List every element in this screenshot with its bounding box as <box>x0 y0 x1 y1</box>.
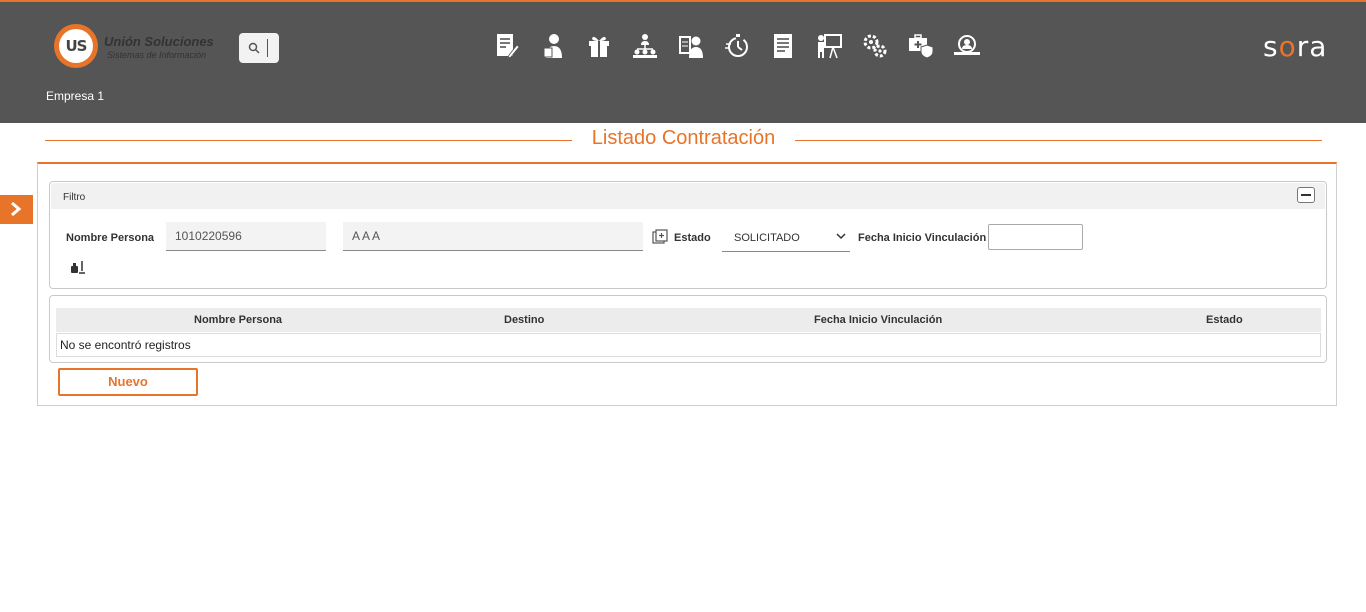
gift-icon[interactable] <box>585 32 613 60</box>
employee-id-icon[interactable] <box>677 32 705 60</box>
sidebar-toggle-button[interactable] <box>0 195 33 224</box>
org-chart-icon[interactable] <box>631 32 659 60</box>
page-title: Listado Contratación <box>581 127 786 149</box>
fecha-inicio-label: Fecha Inicio Vinculación <box>858 232 987 244</box>
collapse-filter-button[interactable] <box>1297 187 1315 203</box>
top-navigation-bar: US Unión Soluciones Sistemas de Informac… <box>0 0 1366 123</box>
table-row: No se encontró registros <box>56 333 1321 357</box>
presentation-icon[interactable] <box>815 32 843 60</box>
search-button[interactable] <box>239 33 279 63</box>
sora-brand-logo: sora <box>1263 30 1328 63</box>
estado-label: Estado <box>674 232 711 244</box>
fecha-inicio-input[interactable] <box>988 224 1083 250</box>
column-header-destino[interactable]: Destino <box>504 314 544 326</box>
estado-select[interactable]: SOLICITADO <box>722 223 850 252</box>
main-panel: Filtro Nombre Persona Estado SOLICITADO … <box>37 162 1337 406</box>
timer-icon[interactable] <box>723 32 751 60</box>
search-caret <box>267 39 268 57</box>
table-header: Nombre Persona Destino Fecha Inicio Vinc… <box>56 308 1321 332</box>
logo-badge-text: US <box>65 37 88 55</box>
results-table: Nombre Persona Destino Fecha Inicio Vinc… <box>49 295 1327 363</box>
filter-title: Filtro <box>63 192 86 203</box>
chevron-right-icon <box>11 201 22 217</box>
chevron-down-icon <box>836 233 846 240</box>
document-number-input[interactable] <box>166 222 326 251</box>
clear-filter-icon[interactable] <box>70 259 86 275</box>
empty-table-message: No se encontró registros <box>60 338 191 352</box>
logo-subtitle: Sistemas de Información <box>107 50 207 60</box>
column-header-fecha-inicio[interactable]: Fecha Inicio Vinculación <box>814 314 942 326</box>
search-icon <box>248 42 260 54</box>
logo-name: Unión Soluciones <box>104 34 214 49</box>
gears-icon[interactable] <box>861 32 889 60</box>
user-document-icon[interactable] <box>539 32 567 60</box>
nombre-persona-label: Nombre Persona <box>66 232 155 244</box>
logo-circle: US <box>54 24 98 68</box>
page-title-bar: Listado Contratación <box>45 127 1322 155</box>
medical-shield-icon[interactable] <box>907 32 935 60</box>
person-name-input[interactable] <box>343 222 643 251</box>
estado-selected-value: SOLICITADO <box>734 232 800 244</box>
filter-panel: Filtro Nombre Persona Estado SOLICITADO … <box>49 181 1327 289</box>
column-header-nombre-persona[interactable]: Nombre Persona <box>194 314 282 326</box>
nuevo-button[interactable]: Nuevo <box>58 368 198 396</box>
search-person-icon[interactable] <box>652 229 668 245</box>
contract-edit-icon[interactable] <box>493 32 521 60</box>
user-search-icon[interactable] <box>953 32 981 60</box>
union-soluciones-logo[interactable]: US Unión Soluciones Sistemas de Informac… <box>54 24 224 70</box>
company-name: Empresa 1 <box>46 89 105 103</box>
document-list-icon[interactable] <box>769 32 797 60</box>
column-header-estado[interactable]: Estado <box>1206 314 1243 326</box>
filter-header: Filtro <box>51 183 1325 209</box>
